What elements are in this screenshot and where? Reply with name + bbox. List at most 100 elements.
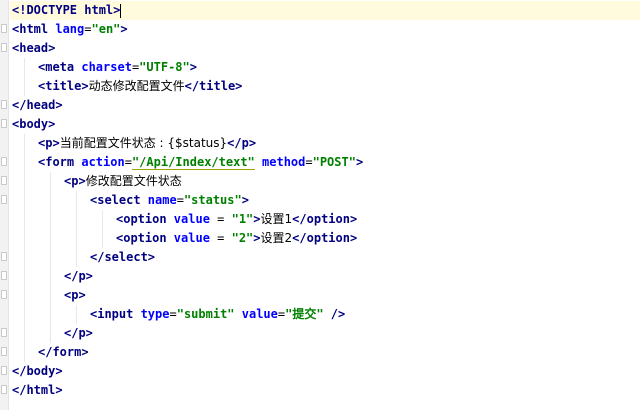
indent-guide — [76, 248, 77, 267]
code-line[interactable]: <option value = "2">设置2</option> — [10, 229, 640, 248]
code-token: <head> — [12, 41, 56, 55]
indent-guide — [50, 210, 51, 229]
code-token: "UTF-8" — [139, 60, 190, 74]
indent-guide — [24, 248, 25, 267]
code-line[interactable]: <!DOCTYPE html> — [10, 1, 640, 20]
code-content: </form> — [38, 343, 89, 362]
code-token: <html — [12, 22, 56, 36]
fold-marker-icon[interactable] — [1, 24, 7, 33]
fold-marker-icon[interactable] — [1, 195, 7, 204]
code-line[interactable]: </p> — [10, 267, 640, 286]
indent-guide — [24, 77, 25, 96]
code-line[interactable]: </head> — [10, 96, 640, 115]
code-line[interactable]: <select name="status"> — [10, 191, 640, 210]
code-token: </option> — [292, 231, 358, 245]
code-token: </p> — [64, 326, 93, 340]
code-line[interactable]: <form action="/Api/Index/text" method="P… — [10, 153, 640, 172]
code-line[interactable]: </html> — [10, 381, 640, 400]
code-content: <html lang="en"> — [12, 20, 128, 39]
code-token: > — [241, 193, 249, 207]
code-line[interactable]: </p> — [10, 324, 640, 343]
code-line[interactable]: <meta charset="UTF-8"> — [10, 58, 640, 77]
code-line[interactable]: <input type="submit" value="提交" /> — [10, 305, 640, 324]
code-token: = — [209, 212, 232, 226]
code-line[interactable]: <p> — [10, 286, 640, 305]
code-content: </body> — [12, 362, 63, 381]
code-token: <!DOCTYPE html> — [12, 3, 121, 17]
code-token: </p> — [64, 269, 93, 283]
code-token: <p> — [64, 288, 86, 302]
code-content: </head> — [12, 96, 63, 115]
code-token: "1" — [231, 212, 254, 226]
fold-marker-icon[interactable] — [1, 119, 7, 128]
code-token: > — [253, 212, 261, 226]
fold-marker-icon[interactable] — [1, 271, 7, 280]
code-token: <form — [38, 155, 82, 169]
code-content: <body> — [12, 115, 55, 134]
indent-guide — [24, 324, 25, 343]
code-content: </p> — [64, 267, 93, 286]
code-token: </title> — [184, 79, 243, 93]
code-line[interactable]: </select> — [10, 248, 640, 267]
code-token: <meta — [38, 60, 82, 74]
code-token: > — [253, 231, 261, 245]
code-line[interactable]: <body> — [10, 115, 640, 134]
code-token: > — [355, 155, 364, 169]
indent-guide — [24, 343, 25, 362]
code-line[interactable]: </form> — [10, 343, 640, 362]
editor-gutter — [0, 0, 9, 410]
code-token: > — [120, 22, 128, 36]
indent-guide — [24, 286, 25, 305]
indent-guide — [50, 305, 51, 324]
code-token: <p> — [38, 136, 60, 150]
code-line[interactable]: <p>修改配置文件状态 — [10, 172, 640, 191]
fold-marker-icon[interactable] — [1, 100, 7, 109]
fold-marker-icon[interactable] — [1, 347, 7, 356]
code-token: </body> — [12, 364, 63, 378]
fold-marker-icon[interactable] — [1, 290, 7, 299]
code-token: value — [173, 231, 210, 245]
code-content: <p>修改配置文件状态 — [64, 172, 182, 191]
code-line[interactable]: <p>当前配置文件状态 : {$status}</p> — [10, 134, 640, 153]
code-content: <form action="/Api/Index/text" method="P… — [38, 153, 363, 172]
code-token: "/Api/Index/text" — [131, 155, 255, 170]
code-token: <p> — [64, 174, 86, 188]
code-token: </form> — [38, 345, 89, 359]
code-token: </option> — [292, 212, 358, 226]
indent-guide — [24, 134, 25, 153]
code-token: /> — [323, 307, 346, 321]
code-content: </p> — [64, 324, 93, 343]
code-line[interactable]: <head> — [10, 39, 640, 58]
code-line[interactable]: <title>动态修改配置文件</title> — [10, 77, 640, 96]
indent-guide — [24, 210, 25, 229]
code-token: value — [173, 212, 210, 226]
fold-marker-icon[interactable] — [1, 176, 7, 185]
fold-marker-icon[interactable] — [1, 252, 7, 261]
code-line[interactable]: <option value = "1">设置1</option> — [10, 210, 640, 229]
code-token: <title> — [38, 79, 89, 93]
code-token: <option — [116, 212, 174, 226]
indent-guide — [50, 191, 51, 210]
indent-guide — [76, 210, 77, 229]
indent-guide — [24, 153, 25, 172]
code-content: <input type="submit" value="提交" /> — [90, 305, 345, 324]
code-line[interactable]: </body> — [10, 362, 640, 381]
fold-marker-icon[interactable] — [1, 366, 7, 375]
code-line[interactable]: <html lang="en"> — [10, 20, 640, 39]
indent-guide — [76, 191, 77, 210]
text-caret — [120, 3, 122, 18]
fold-marker-icon[interactable] — [1, 385, 7, 394]
code-token: = — [176, 193, 184, 207]
code-token: </p> — [227, 136, 257, 150]
code-token: <input — [90, 307, 141, 321]
code-content: <p> — [64, 286, 86, 305]
indent-guide — [76, 229, 77, 248]
fold-marker-icon[interactable] — [1, 328, 7, 337]
code-token: "submit" — [176, 307, 235, 321]
code-content: <title>动态修改配置文件</title> — [38, 77, 242, 96]
fold-marker-icon[interactable] — [1, 157, 7, 166]
code-token: <select — [90, 193, 148, 207]
code-token: 设置1 — [260, 212, 293, 226]
fold-marker-icon[interactable] — [1, 43, 7, 52]
